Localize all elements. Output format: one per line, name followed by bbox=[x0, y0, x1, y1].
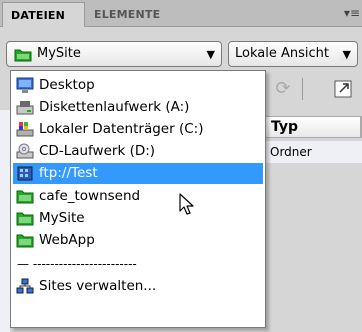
column-header-type[interactable]: Typ bbox=[264, 116, 362, 138]
list-item-cafe-townsend[interactable]: cafe_townsend bbox=[13, 186, 263, 207]
expand-panel-icon[interactable] bbox=[332, 78, 354, 100]
list-item-label: Diskettenlaufwerk (A:) bbox=[39, 99, 190, 115]
list-item-label: CD-Laufwerk (D:) bbox=[39, 143, 156, 159]
ftp-server-icon bbox=[17, 166, 33, 181]
column-header-type-label: Typ bbox=[271, 119, 299, 135]
list-item-label: MySite bbox=[39, 210, 85, 226]
panel-tab-bar: DATEIEN ELEMENTE ▾≡ bbox=[0, 0, 362, 27]
site-folder-icon bbox=[16, 234, 34, 248]
tab-elemente-label: ELEMENTE bbox=[94, 8, 161, 21]
toolbar-divider bbox=[302, 78, 303, 100]
tab-elemente[interactable]: ELEMENTE bbox=[86, 2, 168, 27]
list-item-label: Desktop bbox=[39, 77, 95, 93]
type-cell-value: Ordner bbox=[270, 145, 312, 159]
site-select-value: MySite bbox=[37, 46, 81, 61]
list-item-mysite[interactable]: MySite bbox=[13, 208, 263, 229]
table-row[interactable]: Ordner bbox=[264, 141, 362, 163]
list-item-ftp-test[interactable]: ftp://Test bbox=[13, 163, 263, 184]
panel-options-icon[interactable]: ▾≡ bbox=[344, 6, 360, 20]
cd-drive-icon bbox=[16, 143, 34, 159]
list-item-manage-sites[interactable]: Sites verwalten... bbox=[13, 276, 263, 297]
mouse-pointer-icon bbox=[179, 193, 194, 215]
list-item-webapp[interactable]: WebApp bbox=[13, 230, 263, 251]
column-divider[interactable] bbox=[360, 117, 361, 137]
list-item-label: cafe_townsend bbox=[39, 188, 141, 204]
list-item-label: Lokaler Datenträger (C:) bbox=[39, 121, 204, 137]
list-item-label: WebApp bbox=[39, 232, 95, 248]
refresh-icon[interactable]: ⟳ bbox=[272, 78, 294, 100]
chevron-down-icon: ▼ bbox=[206, 48, 215, 61]
site-folder-icon bbox=[16, 212, 34, 226]
dropdown-separator: — ------------------------ bbox=[17, 257, 137, 271]
manage-sites-icon bbox=[16, 278, 34, 294]
list-item-floppy[interactable]: Diskettenlaufwerk (A:) bbox=[13, 97, 263, 118]
site-dropdown-list: Desktop Diskettenlaufwerk (A:) Lokaler D… bbox=[10, 70, 266, 328]
site-folder-icon bbox=[16, 190, 34, 204]
list-item-label: Sites verwalten... bbox=[39, 278, 157, 294]
file-list-area bbox=[0, 110, 10, 332]
floppy-drive-icon bbox=[16, 101, 34, 115]
list-item-cd-drive[interactable]: CD-Laufwerk (D:) bbox=[13, 141, 263, 162]
view-select-value: Lokale Ansicht bbox=[235, 46, 329, 61]
site-select[interactable]: MySite ▼ bbox=[6, 41, 222, 67]
list-item-local-disk[interactable]: Lokaler Datenträger (C:) bbox=[13, 119, 263, 140]
tab-dateien[interactable]: DATEIEN bbox=[2, 2, 85, 27]
tab-dateien-label: DATEIEN bbox=[11, 9, 66, 22]
view-select[interactable]: Lokale Ansicht ▼ bbox=[228, 41, 358, 67]
list-item-desktop[interactable]: Desktop bbox=[13, 75, 263, 96]
chevron-down-icon: ▼ bbox=[339, 48, 351, 61]
hard-drive-icon bbox=[16, 122, 34, 137]
list-item-label: ftp://Test bbox=[39, 165, 98, 181]
site-folder-icon bbox=[14, 49, 32, 62]
desktop-icon bbox=[16, 77, 34, 93]
